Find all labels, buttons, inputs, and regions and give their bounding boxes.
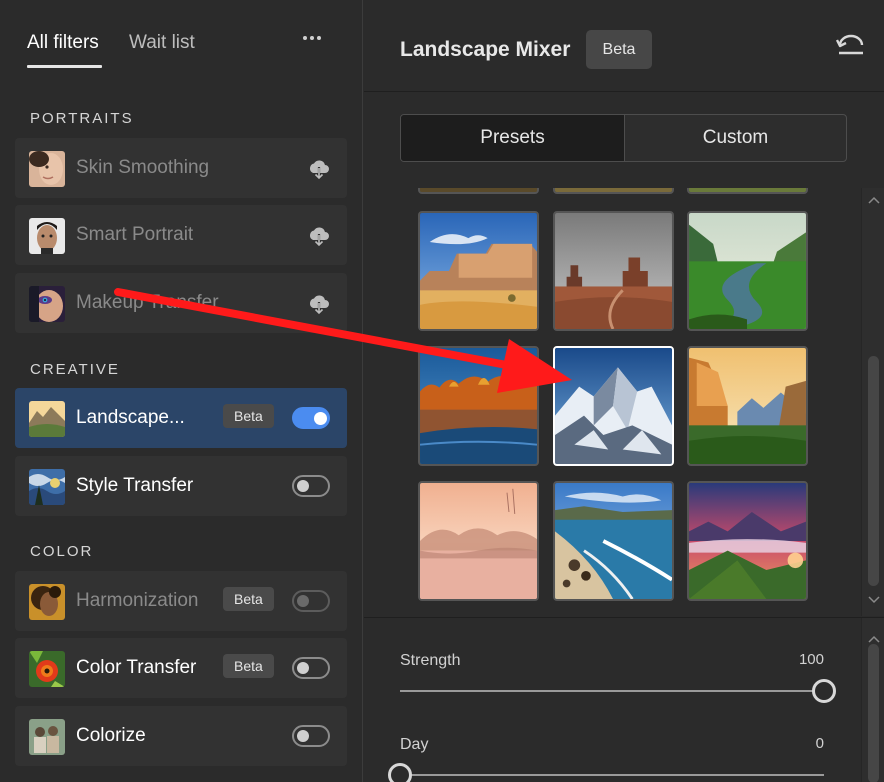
preset-misty-pink-lake[interactable]	[418, 481, 539, 601]
preset-monument-valley[interactable]	[553, 211, 674, 331]
day-value: 0	[815, 735, 824, 752]
preset-green-river-valley[interactable]	[687, 211, 808, 331]
preset-autumn-lake[interactable]	[418, 346, 539, 466]
preset-grid	[364, 188, 861, 616]
day-slider-knob[interactable]	[388, 763, 412, 782]
color-transfer-toggle[interactable]	[292, 657, 330, 679]
filter-item-colorize[interactable]: Colorize	[15, 706, 347, 766]
scroll-up-icon[interactable]	[868, 196, 880, 204]
preset-tile-partial[interactable]	[418, 188, 539, 194]
harmonization-thumbnail	[29, 584, 65, 620]
scrollbar-thumb[interactable]	[868, 644, 879, 782]
panel-header: Landscape Mixer Beta	[364, 0, 884, 92]
filter-label: Colorize	[76, 725, 146, 746]
filter-item-landscape-mixer[interactable]: Landscape... Beta	[15, 388, 347, 448]
colorize-toggle[interactable]	[292, 725, 330, 747]
filter-label: Landscape...	[76, 407, 185, 428]
skin-smoothing-thumbnail	[29, 151, 65, 187]
strength-slider-track[interactable]	[400, 690, 824, 692]
cloud-download-icon[interactable]	[307, 225, 331, 247]
filter-label: Makeup Transfer	[76, 292, 219, 313]
filter-item-style-transfer[interactable]: Style Transfer	[15, 456, 347, 516]
preset-desert-mesa[interactable]	[418, 211, 539, 331]
reset-undo-icon[interactable]	[835, 34, 866, 60]
preset-tile-partial[interactable]	[553, 188, 674, 194]
scrollbar-thumb[interactable]	[868, 356, 879, 586]
beta-badge: Beta	[223, 654, 274, 678]
preset-snowy-mountain[interactable]	[553, 346, 674, 466]
beta-badge: Beta	[223, 404, 274, 428]
preset-tile-partial[interactable]	[687, 188, 808, 194]
more-horizontal-icon[interactable]	[300, 26, 324, 50]
makeup-transfer-thumbnail	[29, 286, 65, 322]
segment-custom[interactable]: Custom	[624, 115, 846, 161]
colorize-thumbnail	[29, 719, 65, 755]
filter-item-harmonization[interactable]: Harmonization Beta	[15, 571, 347, 631]
filters-panel: All filters Wait list PORTRAITS Skin Smo…	[0, 0, 363, 782]
landscape-mixer-panel: Landscape Mixer Beta Presets Custom Stre…	[364, 0, 884, 782]
preset-yosemite-valley[interactable]	[687, 346, 808, 466]
filter-item-smart-portrait[interactable]: Smart Portrait	[15, 205, 347, 265]
cloud-download-icon[interactable]	[307, 158, 331, 180]
scroll-down-icon[interactable]	[868, 596, 880, 604]
cloud-download-icon[interactable]	[307, 293, 331, 315]
strength-label: Strength	[400, 652, 461, 669]
filter-item-skin-smoothing[interactable]: Skin Smoothing	[15, 138, 347, 198]
section-creative: CREATIVE	[30, 361, 120, 378]
strength-value: 100	[798, 651, 824, 668]
presets-custom-switch: Presets Custom	[400, 114, 847, 162]
section-color: COLOR	[30, 543, 94, 560]
style-transfer-thumbnail	[29, 469, 65, 505]
tab-wait-list[interactable]: Wait list	[129, 32, 195, 54]
panel-title: Landscape Mixer	[400, 38, 571, 61]
segment-presets[interactable]: Presets	[401, 115, 624, 161]
smart-portrait-thumbnail	[29, 218, 65, 254]
adjustments-section: Strength 100 Day 0	[364, 617, 884, 782]
harmonization-toggle[interactable]	[292, 590, 330, 612]
beta-badge: Beta	[223, 587, 274, 611]
filter-label: Style Transfer	[76, 475, 194, 496]
adjustments-scrollbar[interactable]	[861, 618, 884, 782]
beta-badge: Beta	[586, 30, 652, 69]
preset-rocky-beach[interactable]	[553, 481, 674, 601]
preset-sunset-peaks[interactable]	[687, 481, 808, 601]
landscape-mixer-toggle[interactable]	[292, 407, 330, 429]
section-portraits: PORTRAITS	[30, 110, 134, 127]
color-transfer-thumbnail	[29, 651, 65, 687]
strength-slider-knob[interactable]	[812, 679, 836, 703]
active-tab-indicator	[27, 65, 102, 68]
filter-label: Color Transfer	[76, 657, 197, 678]
filter-label: Skin Smoothing	[76, 157, 210, 178]
style-transfer-toggle[interactable]	[292, 475, 330, 497]
filter-item-makeup-transfer[interactable]: Makeup Transfer	[15, 273, 347, 333]
day-slider-track[interactable]	[400, 774, 824, 776]
presets-scrollbar[interactable]	[861, 188, 884, 616]
day-label: Day	[400, 736, 429, 753]
filter-label: Smart Portrait	[76, 224, 194, 245]
filter-item-color-transfer[interactable]: Color Transfer Beta	[15, 638, 347, 698]
filter-label: Harmonization	[76, 590, 199, 611]
landscape-mixer-thumbnail	[29, 401, 65, 437]
tab-all-filters[interactable]: All filters	[27, 32, 99, 54]
